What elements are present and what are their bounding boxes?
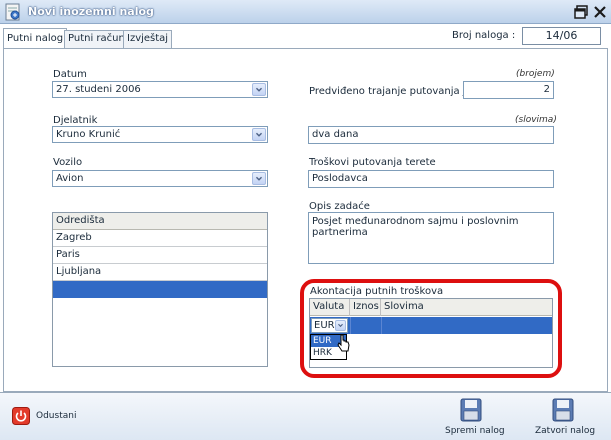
djelatnik-combo[interactable]: Kruno Krunić xyxy=(52,126,268,143)
troskovi-field[interactable]: Poslodavca xyxy=(308,170,554,188)
floppy-disk-icon xyxy=(460,398,482,422)
close-order-button[interactable]: Zatvori nalog xyxy=(535,398,596,438)
djelatnik-value: Kruno Krunić xyxy=(56,129,121,140)
tab-putni-nalog[interactable]: Putni nalog xyxy=(3,28,68,49)
save-button[interactable]: Spremi nalog xyxy=(445,398,505,438)
chevron-down-icon[interactable] xyxy=(252,83,266,96)
tab-strip: Putni nalog Putni račun Izvještaj xyxy=(0,24,611,49)
save-label: Spremi nalog xyxy=(445,426,505,436)
close-icon[interactable] xyxy=(592,4,608,20)
opis-label: Opis zadaće xyxy=(309,201,370,212)
trajanje-words-field[interactable]: dva dana xyxy=(308,126,554,144)
akontacija-highlight xyxy=(300,279,562,378)
broj-naloga-label: Broj naloga : xyxy=(452,30,516,41)
opis-textarea[interactable]: Posjet međunarodnom sajmu i poslovnim pa… xyxy=(308,212,554,264)
vozilo-value: Avion xyxy=(56,173,84,184)
odredista-header: Odredišta xyxy=(53,213,267,230)
odredista-list[interactable]: Odredišta Zagreb Paris Ljubljana xyxy=(52,212,268,367)
close-order-label: Zatvori nalog xyxy=(535,426,596,436)
title-bar: Novi inozemni nalog xyxy=(0,0,611,24)
chevron-down-icon[interactable] xyxy=(252,128,266,141)
troskovi-label: Troškovi putovanja terete xyxy=(309,157,436,168)
trajanje-label: Predviđeno trajanje putovanja je xyxy=(309,86,472,97)
vozilo-label: Vozilo xyxy=(53,157,83,168)
bottom-toolbar xyxy=(0,392,611,440)
datum-label: Datum xyxy=(53,69,87,80)
brojem-hint: (brojem) xyxy=(516,69,555,79)
list-item[interactable]: Paris xyxy=(53,247,267,264)
list-item[interactable]: Ljubljana xyxy=(53,264,267,281)
list-item[interactable]: Zagreb xyxy=(53,230,267,247)
restore-icon[interactable] xyxy=(573,4,589,20)
tab-putni-racun[interactable]: Putni račun xyxy=(64,30,129,48)
broj-naloga-value: 14/06 xyxy=(522,27,601,45)
vozilo-combo[interactable]: Avion xyxy=(52,170,268,187)
tab-izvjestaj[interactable]: Izvještaj xyxy=(123,30,173,48)
slovima-hint: (slovima) xyxy=(515,115,557,125)
cancel-label: Odustani xyxy=(36,411,77,421)
datum-value: 27. studeni 2006 xyxy=(56,84,141,95)
power-icon xyxy=(12,407,30,425)
chevron-down-icon[interactable] xyxy=(252,172,266,185)
window-title: Novi inozemni nalog xyxy=(28,5,154,18)
djelatnik-label: Djelatnik xyxy=(53,115,98,126)
floppy-disk-icon xyxy=(552,398,574,422)
trajanje-number-field[interactable]: 2 xyxy=(463,81,554,99)
document-travel-icon xyxy=(5,3,20,21)
list-item-new[interactable] xyxy=(53,281,267,298)
datum-combo[interactable]: 27. studeni 2006 xyxy=(52,81,268,98)
